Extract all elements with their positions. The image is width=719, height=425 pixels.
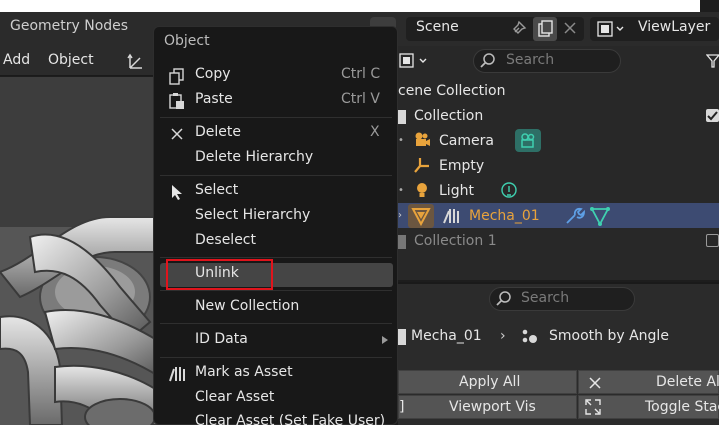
- outliner-item-label: Light: [439, 183, 474, 199]
- filter-display-icon[interactable]: [398, 50, 432, 72]
- scene-name: Scene: [416, 19, 459, 35]
- outliner-search-placeholder: Search: [506, 52, 555, 68]
- top-strip: [0, 0, 719, 12]
- copy-icon: [167, 66, 187, 86]
- collection-icon: [398, 235, 406, 249]
- filter-icon[interactable]: [706, 52, 719, 70]
- pin-icon[interactable]: [510, 19, 528, 37]
- empty-icon: [412, 155, 432, 175]
- geometry-nodes-icon: [520, 327, 540, 347]
- menu-item-mark-as-asset[interactable]: Mark as Asset: [195, 364, 293, 380]
- menu-item-delete-hierarchy[interactable]: Delete Hierarchy: [195, 149, 313, 165]
- breadcrumb-object[interactable]: Mecha_01: [411, 328, 482, 344]
- annotation-highlight-box: [166, 259, 273, 290]
- exclude-checkbox[interactable]: [706, 234, 719, 247]
- light-data-icon[interactable]: [499, 181, 519, 201]
- breadcrumb-separator-icon: ›: [500, 328, 506, 344]
- shortcut-paste: Ctrl V: [341, 91, 380, 107]
- asset-icon: [167, 364, 187, 384]
- properties-search-placeholder: Search: [521, 290, 570, 306]
- menu-separator: [160, 290, 392, 291]
- menu-separator: [160, 323, 392, 324]
- wrench-icon[interactable]: [563, 205, 585, 227]
- shortcut-delete: X: [370, 124, 380, 140]
- editor-title[interactable]: Geometry Nodes: [10, 18, 128, 34]
- outliner-item-label: Mecha_01: [469, 208, 540, 224]
- delete-icon: [167, 124, 187, 144]
- menu-separator: [160, 175, 392, 176]
- transform-orientation-icon[interactable]: [126, 52, 146, 72]
- search-icon: [495, 290, 513, 308]
- close-icon[interactable]: [561, 19, 579, 37]
- toggle-stack-label: Toggle Stac: [645, 399, 719, 415]
- view-layer-name: ViewLayer: [638, 19, 711, 35]
- search-icon: [479, 52, 497, 70]
- asset-icon: [441, 205, 463, 227]
- 3d-viewport[interactable]: [0, 77, 160, 425]
- toggle-stack-button[interactable]: Toggle Stac: [578, 395, 719, 419]
- light-icon: [412, 180, 432, 200]
- apply-all-button[interactable]: Apply All: [398, 370, 577, 394]
- object-menu[interactable]: Object: [48, 52, 94, 68]
- delete-all-label: Delete All: [656, 374, 719, 390]
- menu-item-clear-asset[interactable]: Clear Asset: [195, 389, 274, 405]
- menu-item-delete[interactable]: Delete: [195, 124, 241, 140]
- delete-all-button[interactable]: Delete All: [578, 370, 719, 394]
- camera-icon: [412, 130, 432, 150]
- menu-separator: [160, 257, 392, 258]
- expand-arrow-icon[interactable]: •: [398, 135, 404, 146]
- menu-item-copy[interactable]: Copy: [195, 66, 231, 82]
- exclude-checkbox[interactable]: [706, 109, 719, 122]
- mesh-object-icon: [408, 204, 434, 228]
- shortcut-copy: Ctrl C: [341, 66, 381, 82]
- expand-icon: [584, 398, 602, 416]
- paste-icon: [167, 91, 187, 111]
- menu-item-deselect[interactable]: Deselect: [195, 232, 256, 248]
- breadcrumb-modifier[interactable]: Smooth by Angle: [549, 328, 669, 344]
- viewport-vis-button[interactable]: ] Viewport Vis: [398, 395, 577, 419]
- top-strip-corner: [700, 0, 719, 12]
- apply-all-label: Apply All: [459, 374, 521, 390]
- delete-icon: [587, 373, 603, 391]
- cursor-icon: [167, 182, 187, 202]
- viewport-vis-icon: ]: [399, 399, 405, 415]
- menu-item-select[interactable]: Select: [195, 182, 238, 198]
- view-layer-icon[interactable]: [596, 19, 628, 39]
- scene-collection-label[interactable]: cene Collection: [398, 83, 506, 99]
- object-icon: [398, 329, 406, 345]
- expand-arrow-icon[interactable]: ›: [398, 210, 402, 221]
- menu-separator: [160, 357, 392, 358]
- outliner-item-label: Collection 1: [414, 233, 497, 249]
- camera-data-icon[interactable]: [515, 129, 541, 152]
- collection-icon: [398, 110, 406, 124]
- menu-item-clear-asset-fake-user[interactable]: Clear Asset (Set Fake User): [195, 413, 385, 425]
- menu-item-new-collection[interactable]: New Collection: [195, 298, 299, 314]
- viewport-vis-label: Viewport Vis: [449, 399, 536, 415]
- outliner-item-label: Camera: [439, 133, 494, 149]
- new-scene-button[interactable]: [533, 17, 557, 41]
- add-menu[interactable]: Add: [3, 52, 30, 68]
- menu-item-id-data[interactable]: ID Data: [195, 331, 248, 347]
- outliner-item-label: Empty: [439, 158, 485, 174]
- outliner-item-label: Collection: [414, 108, 484, 124]
- menu-item-paste[interactable]: Paste: [195, 91, 233, 107]
- menu-item-select-hierarchy[interactable]: Select Hierarchy: [195, 207, 310, 223]
- expand-arrow-icon[interactable]: •: [398, 185, 404, 196]
- menu-separator: [160, 117, 392, 118]
- submenu-arrow-icon: [380, 333, 390, 347]
- mesh-data-icon[interactable]: [589, 205, 611, 227]
- context-menu-title: Object: [164, 33, 210, 49]
